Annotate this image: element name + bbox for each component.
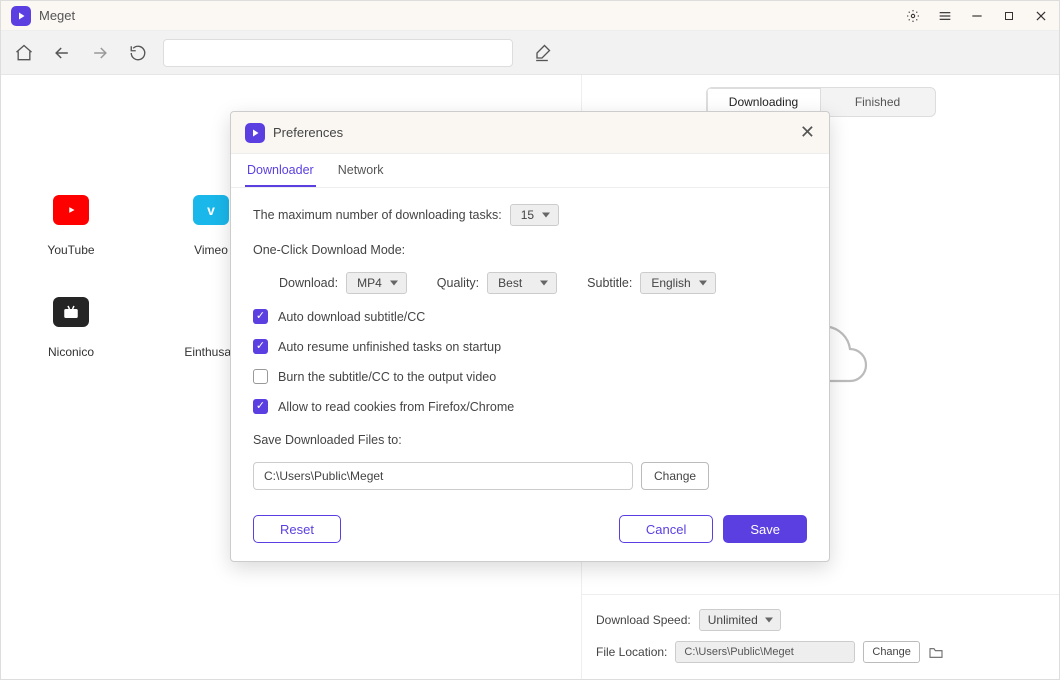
dialog-head: Preferences ✕ bbox=[231, 112, 829, 154]
dialog-backdrop: Preferences ✕ Downloader Network The max… bbox=[1, 1, 1059, 679]
oneclick-label: One-Click Download Mode: bbox=[253, 243, 807, 257]
subtitle-lang-select[interactable]: English bbox=[640, 272, 715, 294]
change-path-button[interactable]: Change bbox=[641, 462, 709, 490]
checkbox-auto-resume[interactable] bbox=[253, 339, 268, 354]
quality-select[interactable]: Best bbox=[487, 272, 557, 294]
checkbox-auto-subtitle[interactable] bbox=[253, 309, 268, 324]
checkbox-read-cookies-label: Allow to read cookies from Firefox/Chrom… bbox=[278, 400, 514, 414]
dialog-app-icon bbox=[245, 123, 265, 143]
dialog-tabs: Downloader Network bbox=[231, 154, 829, 188]
save-to-label: Save Downloaded Files to: bbox=[253, 433, 402, 447]
checkbox-burn-subtitle[interactable] bbox=[253, 369, 268, 384]
download-format-select[interactable]: MP4 bbox=[346, 272, 407, 294]
download-format-label: Download: bbox=[279, 276, 338, 290]
preferences-dialog: Preferences ✕ Downloader Network The max… bbox=[230, 111, 830, 562]
checkbox-auto-subtitle-label: Auto download subtitle/CC bbox=[278, 310, 425, 324]
checkbox-auto-resume-label: Auto resume unfinished tasks on startup bbox=[278, 340, 501, 354]
reset-button[interactable]: Reset bbox=[253, 515, 341, 543]
dialog-title: Preferences bbox=[273, 125, 343, 140]
save-path-input[interactable]: C:\Users\Public\Meget bbox=[253, 462, 633, 490]
checkbox-read-cookies[interactable] bbox=[253, 399, 268, 414]
save-button[interactable]: Save bbox=[723, 515, 807, 543]
cancel-button[interactable]: Cancel bbox=[619, 515, 713, 543]
max-tasks-label: The maximum number of downloading tasks: bbox=[253, 208, 502, 222]
dialog-close-icon[interactable]: ✕ bbox=[800, 122, 815, 143]
subtitle-lang-label: Subtitle: bbox=[587, 276, 632, 290]
tab-downloader[interactable]: Downloader bbox=[245, 154, 316, 187]
dialog-body: The maximum number of downloading tasks:… bbox=[231, 188, 829, 561]
quality-label: Quality: bbox=[437, 276, 479, 290]
max-tasks-select[interactable]: 15 bbox=[510, 204, 559, 226]
checkbox-burn-subtitle-label: Burn the subtitle/CC to the output video bbox=[278, 370, 496, 384]
tab-network[interactable]: Network bbox=[336, 154, 386, 187]
